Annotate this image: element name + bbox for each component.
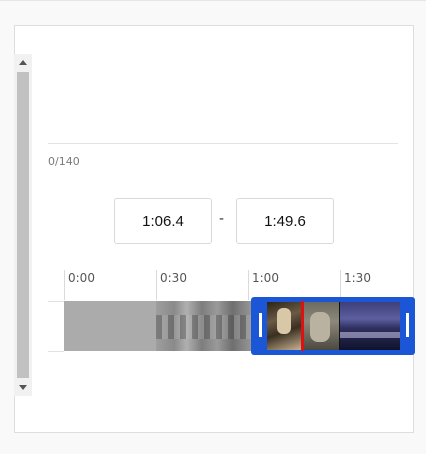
scroll-thumb[interactable] <box>17 72 29 378</box>
selected-frames <box>267 302 400 350</box>
playhead-marker[interactable] <box>301 301 304 351</box>
selection-end-handle[interactable] <box>406 313 409 337</box>
video-frame-thumbnail <box>302 302 339 350</box>
ruler-label: 1:00 <box>252 271 279 285</box>
ruler-tick <box>248 270 249 300</box>
video-filmstrip[interactable] <box>64 301 258 351</box>
start-time-field[interactable]: 1:06.4 <box>114 198 212 244</box>
ruler-tick <box>64 270 65 300</box>
time-range-separator: - <box>219 210 224 227</box>
track-border-top <box>48 301 64 302</box>
ruler-label: 0:30 <box>160 271 187 285</box>
video-frame-thumbnail <box>340 302 400 350</box>
ruler-tick <box>340 270 341 300</box>
track-border-bottom <box>48 351 64 352</box>
clip-selection-range[interactable] <box>251 297 415 355</box>
ruler-label: 0:00 <box>68 271 95 285</box>
section-divider <box>48 143 398 144</box>
ruler-tick <box>156 270 157 300</box>
video-frame-thumbnail <box>267 302 301 350</box>
ruler-label: 1:30 <box>344 271 371 285</box>
scroll-up-arrow-icon[interactable] <box>19 60 27 65</box>
character-counter: 0/140 <box>48 155 80 168</box>
vertical-scrollbar[interactable] <box>14 54 32 396</box>
selection-start-handle[interactable] <box>259 313 262 337</box>
clip-editor-panel <box>14 25 414 433</box>
end-time-field[interactable]: 1:49.6 <box>236 198 334 244</box>
filmstrip-thumbnails <box>156 301 258 351</box>
top-divider <box>0 0 426 1</box>
scroll-down-arrow-icon[interactable] <box>19 385 27 390</box>
